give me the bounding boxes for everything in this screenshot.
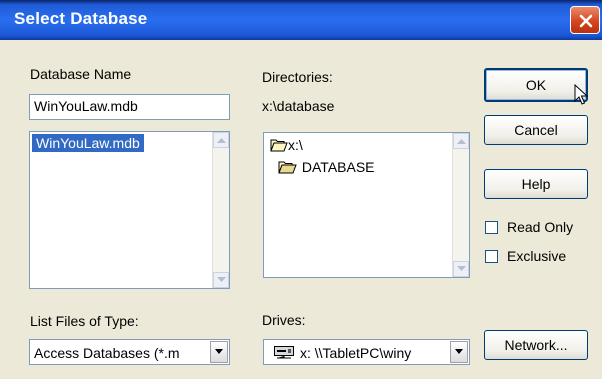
folder-open-icon [270,139,288,152]
folder-open-icon [278,161,297,174]
mouse-cursor-icon [574,84,588,105]
scroll-down-button[interactable] [213,272,229,288]
chevron-down-icon [215,349,223,354]
scroll-down-button[interactable] [453,261,469,277]
file-list-scrollbar[interactable] [212,132,229,288]
tree-item-label: DATABASE [301,159,375,175]
drives-dropdown-button[interactable] [450,341,468,363]
chevron-up-icon [457,139,466,144]
tree-item-root[interactable]: x:\ [270,137,303,153]
ok-button[interactable]: OK [484,68,588,102]
drives-label: Drives: [262,312,306,328]
list-item[interactable]: WinYouLaw.mdb [32,134,144,152]
file-type-select[interactable]: Access Databases (*.m [29,339,230,365]
chevron-up-icon [217,138,226,143]
file-type-label: List Files of Type: [30,313,139,329]
database-name-label: Database Name [30,66,132,82]
select-database-dialog: Select Database Database Name WinYouLaw.… [0,0,602,379]
close-button[interactable] [570,6,600,34]
title-bar: Select Database [0,0,602,40]
chevron-down-icon [217,277,226,282]
scroll-up-button[interactable] [453,133,469,149]
drives-select[interactable]: x: \\TabletPC\winy [263,339,470,365]
file-type-dropdown-button[interactable] [210,341,228,363]
directories-label: Directories: [262,69,333,85]
window-title: Select Database [14,9,148,28]
tree-item-label: x:\ [288,137,303,153]
network-drive-icon [274,346,294,359]
cancel-button[interactable]: Cancel [484,115,588,145]
network-button[interactable]: Network... [484,330,588,360]
current-directory-path: x:\database [262,98,335,114]
chevron-down-icon [455,349,463,354]
directory-tree-scrollbar[interactable] [452,133,469,277]
database-file-list[interactable]: WinYouLaw.mdb [29,131,230,289]
exclusive-label: Exclusive [507,248,567,264]
scroll-up-button[interactable] [213,132,229,148]
file-type-value: Access Databases (*.m [34,345,180,361]
directory-tree[interactable]: x:\ DATABASE [263,132,470,278]
chevron-down-icon [457,266,466,271]
read-only-label: Read Only [507,219,574,235]
help-button[interactable]: Help [484,169,588,199]
exclusive-checkbox[interactable] [485,250,498,263]
read-only-checkbox[interactable] [485,221,498,234]
close-icon [579,14,593,28]
drives-value: x: \\TabletPC\winy [300,345,412,361]
database-name-input[interactable]: WinYouLaw.mdb [29,94,230,120]
tree-item-database[interactable]: DATABASE [278,159,375,175]
